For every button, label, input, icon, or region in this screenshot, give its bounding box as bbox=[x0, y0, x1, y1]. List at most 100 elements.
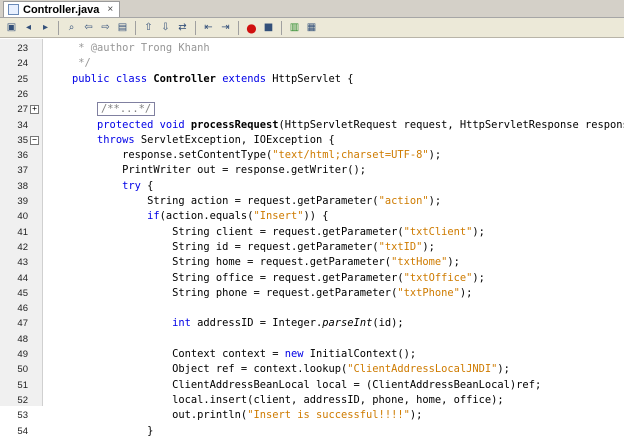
toggle-highlight-icon[interactable]: ▤ bbox=[115, 20, 130, 35]
java-file-icon bbox=[8, 4, 19, 15]
line-number: 40 bbox=[17, 211, 28, 223]
code-line[interactable]: 34 protected void processRequest(HttpSer… bbox=[0, 118, 624, 133]
code-line[interactable]: 50 Object ref = context.lookup("ClientAd… bbox=[0, 362, 624, 377]
code-line[interactable]: 27 + /**...*/ bbox=[0, 102, 624, 117]
code-line[interactable]: 53 out.println("Insert is successful!!!!… bbox=[0, 408, 624, 423]
code-text: * @author Trong Khanh bbox=[47, 41, 210, 56]
code-token: */ bbox=[47, 57, 91, 70]
tab-controller-java[interactable]: Controller.java × bbox=[3, 1, 121, 17]
code-line[interactable]: 51 ClientAddressBeanLocal local = (Clien… bbox=[0, 378, 624, 393]
code-line[interactable]: 23 * @author Trong Khanh bbox=[0, 41, 624, 56]
code-token: String home = request.getParameter( bbox=[47, 256, 392, 269]
code-line[interactable]: 36 response.setContentType("text/html;ch… bbox=[0, 148, 624, 163]
line-number: 48 bbox=[17, 333, 28, 345]
code-line[interactable]: 46 bbox=[0, 301, 624, 316]
code-line[interactable]: 42 String id = request.getParameter("txt… bbox=[0, 240, 624, 255]
find-icon[interactable]: ⌕ bbox=[64, 20, 79, 35]
code-token: { bbox=[147, 179, 154, 192]
code-line[interactable]: 24 */ bbox=[0, 56, 624, 71]
code-token: "txtHome" bbox=[391, 256, 448, 269]
code-line[interactable]: 45 String phone = request.getParameter("… bbox=[0, 286, 624, 301]
code-line[interactable]: 25 public class Controller extends HttpS… bbox=[0, 72, 624, 87]
code-token: out.println( bbox=[47, 409, 248, 422]
code-token: Object ref = context.lookup( bbox=[47, 363, 348, 376]
code-text: if(action.equals("Insert")) { bbox=[47, 209, 329, 224]
code-text: ClientAddressBeanLocal local = (ClientAd… bbox=[47, 378, 541, 393]
toolbar-separator bbox=[238, 20, 239, 35]
code-text: String action = request.getParameter("ac… bbox=[47, 194, 441, 209]
code-token: public class bbox=[72, 72, 154, 85]
line-number: 26 bbox=[17, 88, 28, 100]
close-tab-icon[interactable]: × bbox=[107, 4, 113, 15]
code-token: String action = request.getParameter( bbox=[47, 195, 379, 207]
record-macro-icon[interactable]: ● bbox=[244, 20, 259, 35]
code-line[interactable]: 39 String action = request.getParameter(… bbox=[0, 194, 624, 209]
line-number: 27 bbox=[17, 104, 28, 116]
code-line[interactable]: 47 int addressID = Integer.parseInt(id); bbox=[0, 316, 624, 331]
move-icon[interactable]: ⇄ bbox=[175, 20, 190, 35]
code-token: (HttpServletRequest request, HttpServlet… bbox=[278, 118, 624, 131]
code-line[interactable]: 35− throws ServletException, IOException… bbox=[0, 133, 624, 148]
code-line[interactable]: 40 if(action.equals("Insert")) { bbox=[0, 209, 624, 224]
run-icon[interactable]: ▦ bbox=[304, 20, 319, 35]
code-line[interactable]: 43 String home = request.getParameter("t… bbox=[0, 255, 624, 270]
code-token: "txtOffice" bbox=[403, 271, 473, 284]
code-token: PrintWriter out = response.getWriter(); bbox=[47, 164, 367, 177]
code-token: "Insert" bbox=[253, 210, 304, 223]
code-line[interactable]: 44 String office = request.getParameter(… bbox=[0, 271, 624, 286]
code-token: InitialContext(); bbox=[309, 348, 417, 360]
code-token: addressID = Integer. bbox=[197, 317, 323, 330]
code-token: Trong Khanh bbox=[134, 42, 210, 54]
shift-left-icon[interactable]: ⇧ bbox=[141, 20, 156, 35]
code-editor[interactable]: 23 * @author Trong Khanh 24 */25 public c… bbox=[0, 39, 624, 437]
code-token[interactable]: /**...*/ bbox=[97, 102, 156, 117]
code-line[interactable]: 49 Context context = new InitialContext(… bbox=[0, 347, 624, 362]
code-token: try bbox=[122, 179, 148, 192]
toolbar-separator bbox=[58, 20, 59, 35]
code-line[interactable]: 41 String client = request.getParameter(… bbox=[0, 225, 624, 240]
line-number: 54 bbox=[17, 425, 28, 437]
comment-icon[interactable]: ⇤ bbox=[201, 20, 216, 35]
find-prev-icon[interactable]: ⇦ bbox=[81, 20, 96, 35]
code-line[interactable]: 26 bbox=[0, 87, 624, 102]
line-number: 24 bbox=[17, 58, 28, 70]
expand-fold-icon[interactable]: + bbox=[30, 105, 39, 115]
code-text: String phone = request.getParameter("txt… bbox=[47, 286, 472, 301]
code-token: String id = request.getParameter( bbox=[47, 240, 379, 253]
code-token: ); bbox=[428, 195, 442, 207]
code-token: Controller bbox=[153, 72, 223, 85]
code-line[interactable]: 54 } bbox=[0, 424, 624, 439]
next-icon[interactable]: ▸ bbox=[38, 20, 53, 35]
code-token: ); bbox=[472, 271, 485, 284]
toolbar-separator bbox=[135, 20, 136, 35]
code-text: public class Controller extends HttpServ… bbox=[47, 72, 354, 87]
code-text: response.setContentType("text/html;chars… bbox=[47, 148, 441, 163]
line-number: 35 bbox=[17, 134, 28, 146]
code-token: response.setContentType( bbox=[47, 149, 273, 162]
code-token: new bbox=[284, 348, 310, 360]
code-text: protected void processRequest(HttpServle… bbox=[47, 118, 624, 133]
stop-macro-icon[interactable]: ■ bbox=[261, 20, 276, 35]
code-line[interactable]: 37 PrintWriter out = response.getWriter(… bbox=[0, 163, 624, 178]
find-next-icon[interactable]: ⇨ bbox=[98, 20, 113, 35]
line-number: 39 bbox=[17, 196, 28, 207]
code-line[interactable]: 48 bbox=[0, 332, 624, 347]
uncomment-icon[interactable]: ⇥ bbox=[218, 20, 233, 35]
shift-right-icon[interactable]: ⇩ bbox=[158, 20, 173, 35]
code-text: int addressID = Integer.parseInt(id); bbox=[47, 316, 403, 331]
code-line[interactable]: 38 try { bbox=[0, 179, 624, 194]
code-token: String phone = request.getParameter( bbox=[47, 286, 398, 299]
previous-icon[interactable]: ◂ bbox=[21, 20, 36, 35]
toggle-bookmark-icon[interactable]: ▣ bbox=[4, 20, 19, 35]
code-token: * bbox=[47, 42, 91, 54]
diff-icon[interactable]: ▥ bbox=[287, 20, 302, 35]
code-text: String id = request.getParameter("txtID"… bbox=[47, 240, 435, 255]
code-token: processRequest bbox=[190, 118, 279, 131]
code-token: )) { bbox=[303, 210, 329, 223]
collapse-fold-icon[interactable]: − bbox=[30, 135, 39, 145]
